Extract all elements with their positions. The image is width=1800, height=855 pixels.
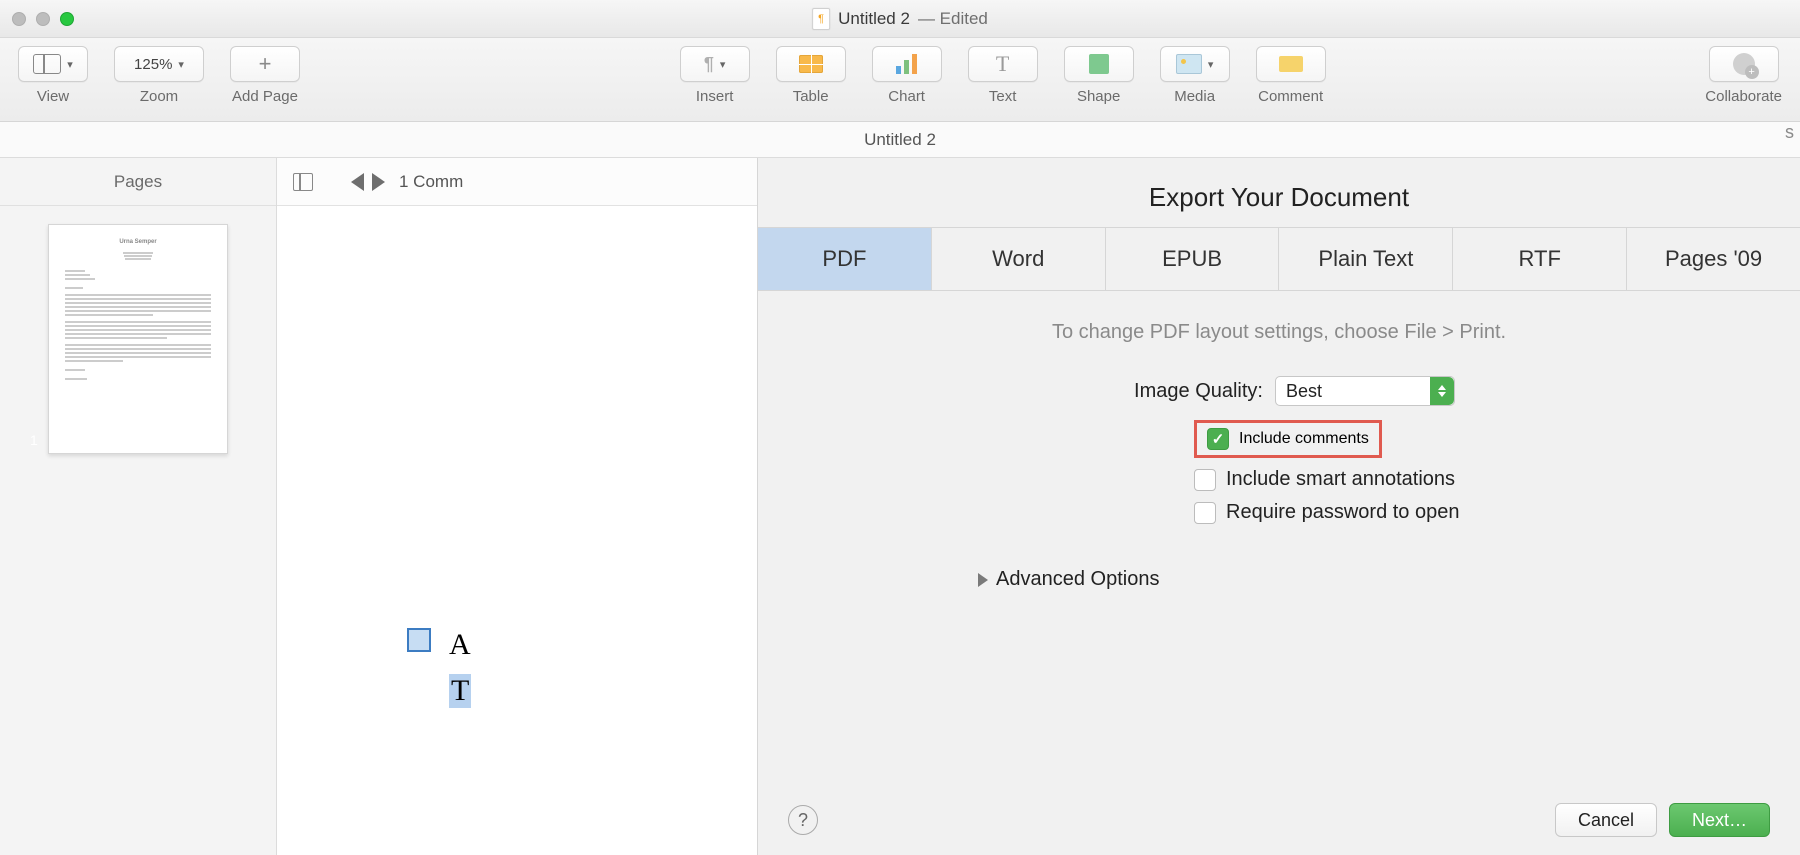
image-quality-value: Best [1286,381,1322,402]
help-button[interactable]: ? [788,805,818,835]
tab-epub[interactable]: EPUB [1106,228,1280,290]
export-dialog: s Export Your Document PDF Word EPUB Pla… [757,158,1800,855]
media-label: Media [1174,88,1215,105]
collaborate-icon [1733,53,1755,75]
media-button[interactable]: ▾ [1160,46,1230,82]
comment-button[interactable] [1256,46,1326,82]
shape-icon [1089,54,1109,74]
collaborate-button[interactable] [1709,46,1779,82]
truncated-right-char: s [1785,122,1794,143]
pilcrow-icon: ¶ [704,54,714,75]
window-titlebar: ¶ Untitled 2 — Edited [0,0,1800,38]
text-label: Text [989,88,1017,105]
image-quality-select[interactable]: Best [1275,376,1455,406]
document-bar-title: Untitled 2 [864,130,936,150]
zoom-button[interactable]: 125% ▾ [114,46,204,82]
layout-hint: To change PDF layout settings, choose Fi… [818,321,1740,344]
chevron-down-icon: ▾ [1208,58,1214,71]
tab-rtf[interactable]: RTF [1453,228,1627,290]
insert-label: Insert [696,88,734,105]
add-page-label: Add Page [232,88,298,105]
include-comments-highlight: Include comments [1194,420,1382,458]
edited-indicator: — Edited [918,9,988,29]
include-annotations-checkbox[interactable] [1194,469,1216,491]
shape-label: Shape [1077,88,1120,105]
tab-word[interactable]: Word [932,228,1106,290]
collaborate-label: Collaborate [1705,88,1782,105]
image-quality-label: Image Quality: [1103,380,1263,403]
fullscreen-window-icon[interactable] [60,12,74,26]
image-quality-row: Image Quality: Best [1103,376,1455,406]
comment-nav [351,173,385,191]
zoom-value: 125% [134,56,172,73]
sidebar-title: Pages [0,158,276,206]
view-icon [33,54,61,74]
comment-count: 1 Comm [399,172,463,192]
thumbnail-heading: Urna Semper [65,239,211,247]
advanced-options-label: Advanced Options [996,568,1159,591]
chart-label: Chart [888,88,925,105]
minimize-window-icon[interactable] [36,12,50,26]
page-number: 1 [30,432,38,448]
panel-toggle-icon[interactable] [293,173,313,191]
chevron-down-icon: ▾ [67,58,73,71]
require-password-checkbox[interactable] [1194,502,1216,524]
insert-button[interactable]: ¶ ▾ [680,46,750,82]
comment-icon [1279,56,1303,72]
disclosure-triangle-icon [978,573,988,587]
require-password-label: Require password to open [1226,501,1459,524]
document-bar: Untitled 2 [0,122,1800,158]
view-label: View [37,88,69,105]
dialog-title: Export Your Document [758,158,1800,227]
include-annotations-label: Include smart annotations [1226,468,1455,491]
document-icon: ¶ [812,8,830,30]
view-button[interactable]: ▾ [18,46,88,82]
highlighted-text[interactable]: T [449,674,471,708]
prev-comment-icon[interactable] [351,173,364,191]
chart-button[interactable] [872,46,942,82]
export-format-tabs: PDF Word EPUB Plain Text RTF Pages '09 [758,227,1800,291]
document-name: Untitled 2 [838,9,910,29]
chevron-down-icon: ▾ [178,58,184,71]
page-thumbnail[interactable]: Urna Semper 1 [0,206,276,472]
comment-label: Comment [1258,88,1323,105]
document-canvas-snippet: A T [407,628,471,708]
document-text-a: A [449,628,471,662]
pages-sidebar: Pages Urna Semper 1 [0,158,277,855]
select-stepper-icon [1430,377,1454,405]
plus-icon: + [259,51,272,77]
next-button[interactable]: Next… [1669,803,1770,837]
text-button[interactable]: T [968,46,1038,82]
toolbar: ▾ View 125% ▾ Zoom + Add Page ¶ ▾ Insert… [0,38,1800,122]
selection-anchor-icon[interactable] [407,628,431,652]
text-icon: T [996,51,1009,77]
cancel-button[interactable]: Cancel [1555,803,1657,837]
media-icon [1176,54,1202,74]
thumbnail-preview: Urna Semper [48,224,228,454]
document-area: 1 Comm A T s Export Your Document PDF Wo… [277,158,1800,855]
add-page-button[interactable]: + [230,46,300,82]
chart-icon [896,54,917,74]
next-comment-icon[interactable] [372,173,385,191]
chevron-down-icon: ▾ [720,58,726,71]
zoom-label: Zoom [140,88,178,105]
dialog-body: To change PDF layout settings, choose Fi… [758,291,1800,855]
table-icon [799,55,823,73]
table-button[interactable] [776,46,846,82]
traffic-lights [12,12,74,26]
tab-plaintext[interactable]: Plain Text [1279,228,1453,290]
tab-pages09[interactable]: Pages '09 [1627,228,1800,290]
dialog-footer: ? Cancel Next… [758,803,1800,837]
shape-button[interactable] [1064,46,1134,82]
window-title: ¶ Untitled 2 — Edited [812,8,988,30]
advanced-options-toggle[interactable]: Advanced Options [978,568,1740,591]
table-label: Table [793,88,829,105]
tab-pdf[interactable]: PDF [758,228,932,290]
include-comments-checkbox[interactable] [1207,428,1229,450]
close-window-icon[interactable] [12,12,26,26]
include-comments-label: Include comments [1239,430,1369,448]
